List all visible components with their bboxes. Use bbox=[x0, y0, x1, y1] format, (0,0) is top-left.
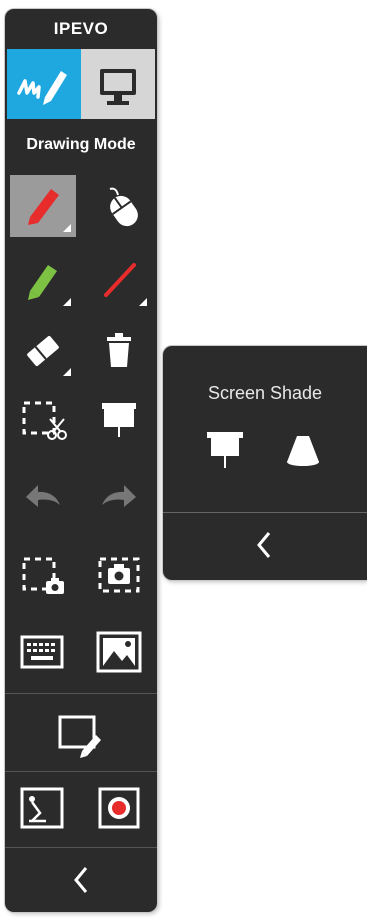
clear-button[interactable] bbox=[86, 319, 152, 381]
cut-selection-icon bbox=[22, 401, 67, 440]
flyout-title: Screen Shade bbox=[207, 383, 323, 403]
screen-shade-button[interactable] bbox=[86, 389, 152, 451]
spotlight-icon bbox=[287, 436, 319, 466]
record-button[interactable] bbox=[86, 777, 152, 839]
keyboard-button[interactable] bbox=[10, 621, 76, 683]
doc-camera-button[interactable] bbox=[10, 777, 76, 839]
submenu-indicator bbox=[63, 298, 71, 306]
flyout-close-button[interactable] bbox=[235, 518, 295, 572]
whiteboard-icon bbox=[58, 715, 101, 758]
region-capture-button[interactable] bbox=[10, 545, 76, 607]
chevron-left-icon bbox=[257, 532, 271, 558]
eraser-button[interactable] bbox=[10, 319, 76, 381]
fullscreen-capture-icon bbox=[98, 557, 140, 593]
submenu-indicator bbox=[63, 224, 71, 232]
record-icon bbox=[98, 787, 140, 829]
collapse-toolbar-button[interactable] bbox=[48, 854, 114, 906]
mode-title: Drawing Mode bbox=[26, 136, 136, 153]
redo-button[interactable] bbox=[86, 465, 152, 527]
keyboard-icon bbox=[20, 635, 64, 669]
undo-button[interactable] bbox=[10, 465, 76, 527]
separator bbox=[5, 693, 157, 694]
fullscreen-capture-button[interactable] bbox=[86, 545, 152, 607]
line-button[interactable] bbox=[86, 249, 152, 311]
trash-icon bbox=[107, 333, 131, 367]
cut-selection-button[interactable] bbox=[10, 389, 76, 451]
region-capture-icon bbox=[22, 557, 64, 594]
flyout-separator bbox=[163, 512, 367, 513]
screen-mode-tab[interactable] bbox=[81, 49, 155, 119]
image-icon bbox=[96, 631, 142, 673]
pen-signature-icon bbox=[17, 71, 67, 105]
doc-camera-icon bbox=[20, 787, 64, 829]
separator bbox=[5, 771, 157, 772]
mouse-button[interactable] bbox=[86, 175, 152, 237]
screen-shade-icon bbox=[102, 403, 136, 437]
submenu-indicator bbox=[63, 368, 71, 376]
screen-shade-flyout: Screen Shade bbox=[163, 346, 367, 580]
undo-icon bbox=[26, 485, 60, 507]
mouse-cursor-icon bbox=[109, 187, 138, 227]
projector-screen-button[interactable] bbox=[195, 422, 255, 478]
collapse-chevron-left-icon bbox=[74, 867, 88, 893]
monitor-icon bbox=[100, 69, 136, 105]
submenu-indicator bbox=[139, 298, 147, 306]
ipevo-toolbar: IPEVO Drawing Mode bbox=[5, 9, 157, 912]
projector-screen-icon bbox=[207, 432, 243, 468]
whiteboard-button[interactable] bbox=[48, 705, 114, 767]
redo-icon bbox=[102, 485, 136, 507]
brand-logo: IPEVO bbox=[53, 19, 109, 38]
separator bbox=[5, 847, 157, 848]
drawing-mode-tab[interactable] bbox=[7, 49, 81, 119]
insert-image-button[interactable] bbox=[86, 621, 152, 683]
highlighter-button[interactable] bbox=[10, 249, 76, 311]
red-pen-button[interactable] bbox=[10, 175, 76, 237]
spotlight-button[interactable] bbox=[273, 422, 333, 478]
